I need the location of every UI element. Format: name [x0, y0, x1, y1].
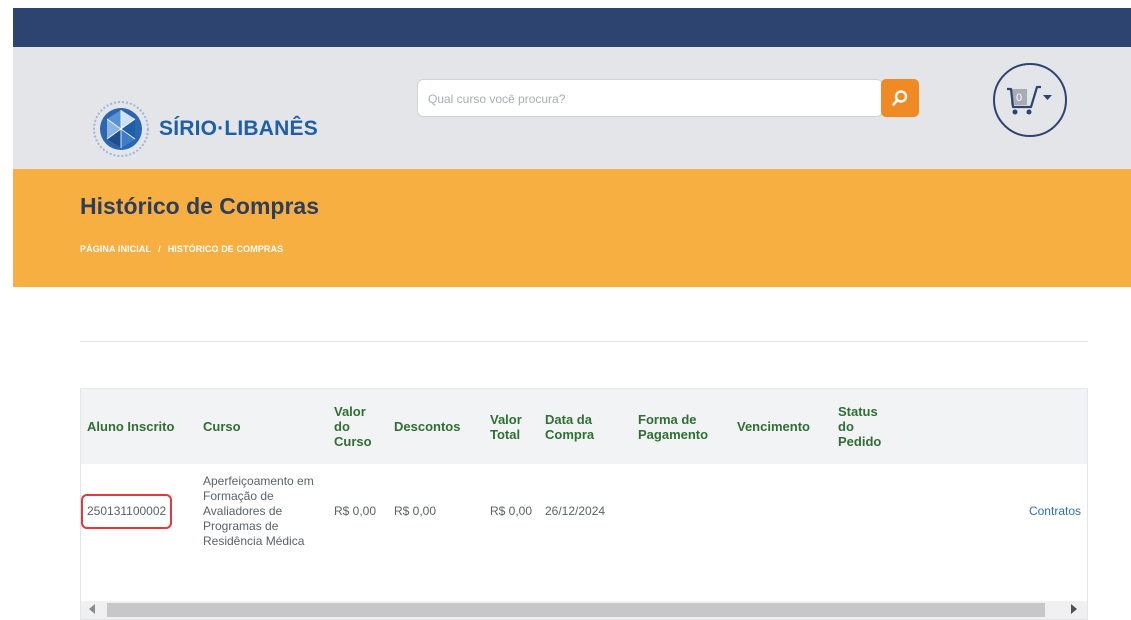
- purchase-history-table: Aluno Inscrito Curso Valor do Curso Desc…: [80, 388, 1088, 620]
- search-input[interactable]: [426, 80, 870, 118]
- cell-status: [832, 464, 900, 559]
- cell-acoes: Contratos: [900, 464, 1087, 559]
- cart-icon: 0: [1007, 85, 1052, 115]
- cell-valor-curso: R$ 0,00: [334, 504, 377, 518]
- breadcrumb: PÁGINA INICIAL / HISTÓRICO DE COMPRAS: [80, 244, 283, 254]
- scroll-right-arrow-icon[interactable]: [1071, 604, 1077, 614]
- column-header-status: Status do Pedido: [832, 389, 900, 464]
- search-button[interactable]: [881, 79, 919, 117]
- page-title: Histórico de Compras: [80, 193, 319, 219]
- cell-aluno: 250131100002: [81, 464, 197, 559]
- column-header-data-compra: Data da Compra: [539, 389, 632, 464]
- table-header-row: Aluno Inscrito Curso Valor do Curso Desc…: [81, 389, 1087, 464]
- cell-vencimento: [731, 464, 832, 559]
- scrollbar-thumb[interactable]: [107, 603, 1045, 617]
- table-row: 250131100002 Aperfeiçoamento em Formação…: [81, 464, 1087, 559]
- brand-logo[interactable]: SÍRIO·LIBANÊS: [91, 99, 318, 159]
- breadcrumb-home-link[interactable]: PÁGINA INICIAL: [80, 244, 151, 254]
- contratos-link[interactable]: Contratos: [1029, 504, 1081, 518]
- column-header-acoes: [900, 389, 1087, 464]
- site-header: SÍRIO·LIBANÊS 0: [13, 47, 1131, 169]
- column-header-valor-curso: Valor do Curso: [328, 389, 388, 464]
- logo-globe-icon: [93, 101, 149, 157]
- breadcrumb-separator: /: [158, 244, 161, 254]
- top-bar: [13, 8, 1131, 47]
- scroll-left-arrow-icon[interactable]: [89, 604, 95, 614]
- cell-forma-pagamento: [632, 464, 731, 559]
- breadcrumb-current: HISTÓRICO DE COMPRAS: [167, 244, 284, 254]
- column-header-descontos: Descontos: [388, 389, 484, 464]
- cell-descontos: R$ 0,00: [394, 504, 437, 518]
- column-header-valor-total: Valor Total: [484, 389, 539, 464]
- search-box: [417, 79, 883, 118]
- cell-valor-total: R$ 0,00: [490, 504, 533, 518]
- student-id-highlight: 250131100002: [81, 494, 173, 529]
- search-icon: [892, 90, 908, 106]
- cell-curso: Aperfeiçoamento em Formação de Avaliador…: [203, 474, 314, 548]
- column-header-forma-pagamento: Forma de Pagamento: [632, 389, 731, 464]
- column-header-curso: Curso: [197, 389, 328, 464]
- page-banner: Histórico de Compras PÁGINA INICIAL / HIST…: [13, 169, 1131, 287]
- cart-button[interactable]: 0: [993, 63, 1067, 137]
- cart-count: 0: [1016, 92, 1022, 104]
- content-divider: [80, 341, 1088, 342]
- column-header-aluno: Aluno Inscrito: [81, 389, 197, 464]
- brand-name: SÍRIO·LIBANÊS: [159, 117, 318, 140]
- column-header-vencimento: Vencimento: [731, 389, 832, 464]
- cell-data-compra: 26/12/2024: [545, 504, 606, 518]
- horizontal-scrollbar[interactable]: [81, 601, 1087, 619]
